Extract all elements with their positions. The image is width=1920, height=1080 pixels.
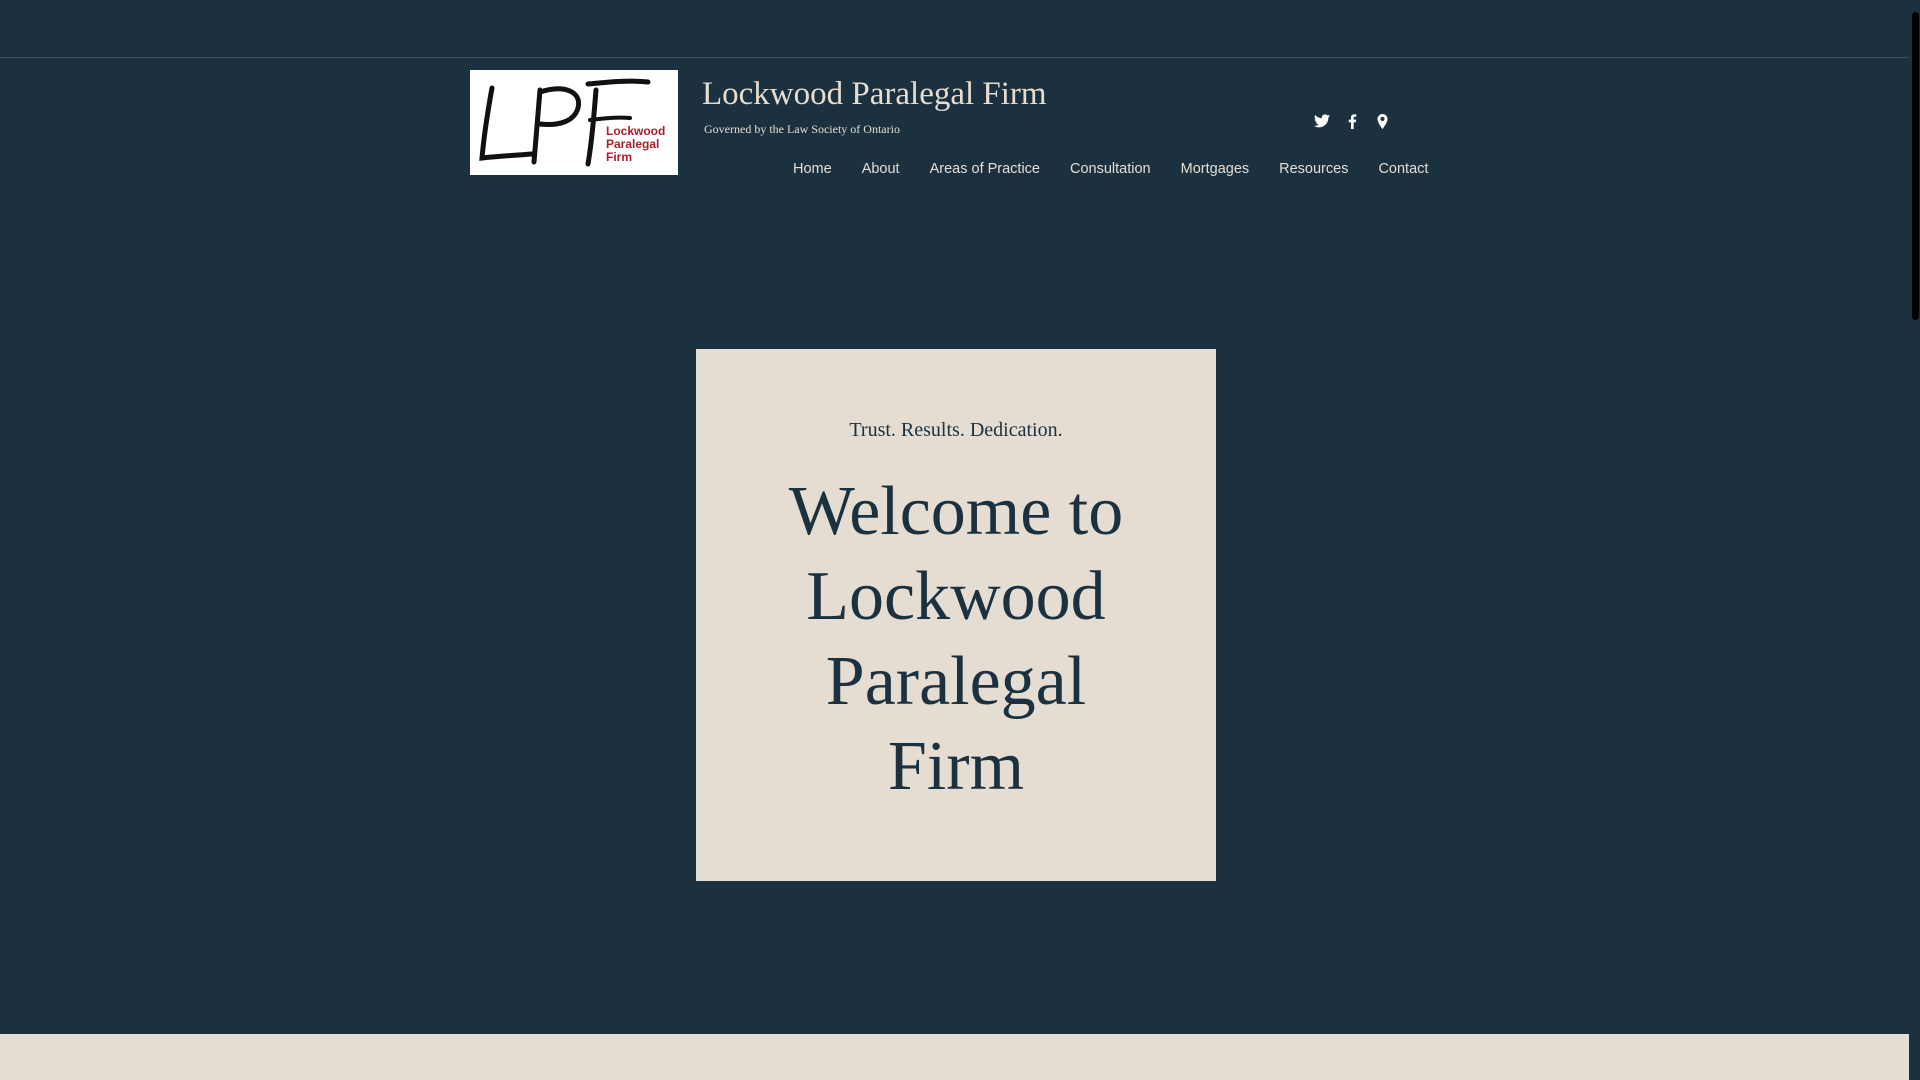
logo-graphic: Lockwood Paralegal Firm (479, 78, 665, 167)
hero-tagline: Trust. Results. Dedication. (849, 419, 1063, 441)
scrollbar[interactable] (1909, 0, 1920, 1080)
nav-about[interactable]: About (847, 160, 915, 178)
hero-heading: Welcome to Lockwood Paralegal Firm (788, 473, 1124, 805)
nav-consultation[interactable]: Consultation (1055, 160, 1166, 178)
logo[interactable]: Lockwood Paralegal Firm (470, 70, 678, 175)
hero-card: Trust. Results. Dedication. Welcome to L… (696, 349, 1216, 881)
nav-areas-of-practice[interactable]: Areas of Practice (915, 160, 1055, 178)
facebook-link[interactable] (1342, 111, 1362, 131)
page: Lockwood Paralegal Firm Lockwood Paraleg… (0, 0, 1920, 1080)
nav-mortgages[interactable]: Mortgages (1166, 160, 1265, 178)
logo-line-3: Firm (606, 150, 632, 164)
site-tagline: Governed by the Law Society of Ontario (704, 122, 900, 136)
logo-line-2: Paralegal (606, 137, 659, 151)
map-pin-icon (1377, 113, 1387, 129)
top-strip (0, 0, 1909, 58)
scrollbar-thumb[interactable] (1912, 12, 1919, 320)
main-nav: Home About Areas of Practice Consultatio… (778, 160, 1443, 178)
social-bar (1312, 111, 1392, 131)
facebook-icon (1348, 113, 1356, 129)
logo-line-1: Lockwood (606, 124, 665, 138)
twitter-link[interactable] (1312, 111, 1332, 131)
nav-contact[interactable]: Contact (1363, 160, 1443, 178)
site-title[interactable]: Lockwood Paralegal Firm (702, 76, 1047, 113)
map-pin-link[interactable] (1372, 111, 1392, 131)
nav-home[interactable]: Home (778, 160, 847, 178)
nav-resources[interactable]: Resources (1264, 160, 1363, 178)
next-section-band (0, 1034, 1909, 1080)
twitter-icon (1314, 114, 1330, 128)
